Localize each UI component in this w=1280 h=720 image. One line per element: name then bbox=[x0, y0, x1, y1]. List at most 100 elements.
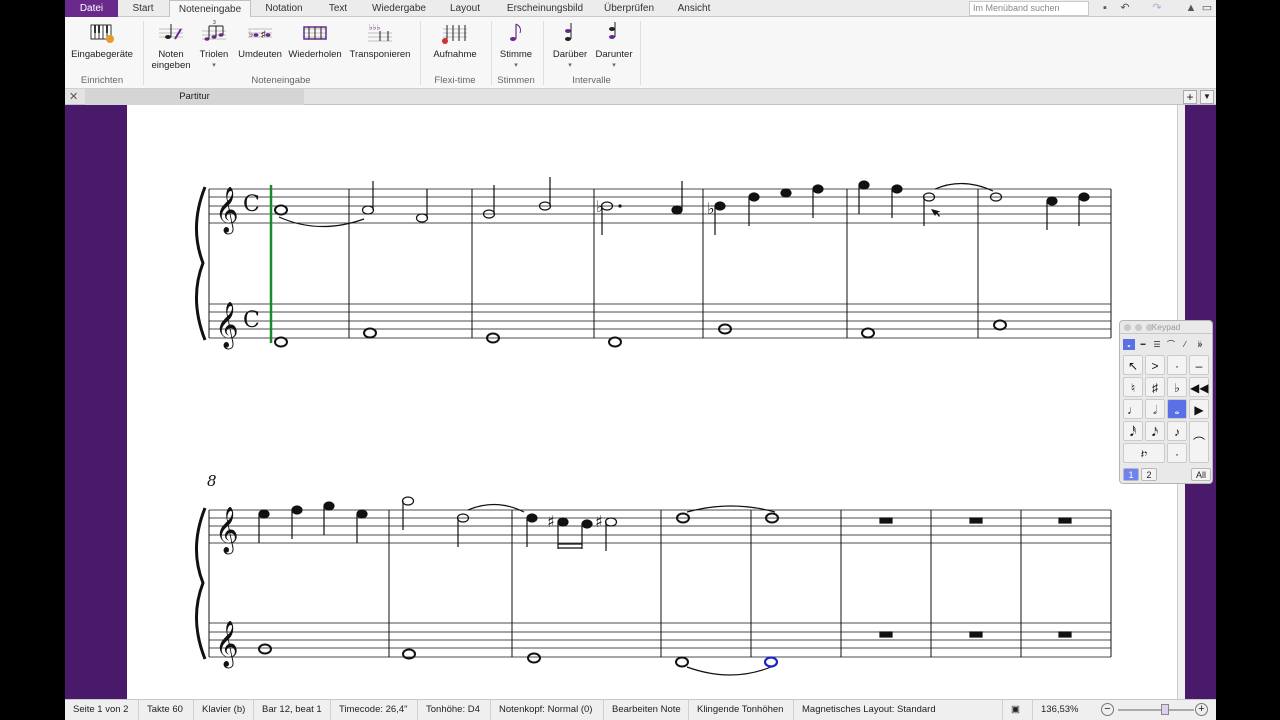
augmentation-dot bbox=[618, 204, 622, 208]
tab-datei[interactable]: Datei bbox=[65, 0, 118, 17]
tab-ansicht[interactable]: Ansicht bbox=[671, 0, 717, 17]
save-icon[interactable]: ▪ bbox=[1097, 1, 1113, 16]
group-label-intervalle: Intervalle bbox=[572, 75, 611, 86]
keypad-dot-icon[interactable]: · bbox=[1167, 443, 1187, 463]
tab-start[interactable]: Start bbox=[123, 0, 163, 17]
tab-layout[interactable]: Layout bbox=[444, 0, 486, 17]
keypad-cursor-icon[interactable]: ↖ bbox=[1123, 355, 1143, 375]
note bbox=[274, 204, 288, 216]
keypad-eighth-note-icon[interactable]: ♪ bbox=[1167, 421, 1187, 441]
ribbon-separator bbox=[640, 21, 641, 85]
treble-clef: 𝄞 bbox=[215, 187, 239, 235]
keypad-tab-slur-icon[interactable]: ⌒ bbox=[1165, 339, 1177, 350]
keypad-tab-articulations-icon[interactable]: ━ bbox=[1137, 339, 1149, 350]
triolen-button[interactable]: 3 Triolen ▾ bbox=[195, 19, 233, 71]
note bbox=[748, 192, 760, 202]
minimize-ribbon-icon[interactable]: ▭ bbox=[1199, 1, 1215, 16]
add-tab-icon[interactable]: + bbox=[1183, 90, 1197, 104]
close-tab-icon[interactable]: ✕ bbox=[69, 89, 78, 105]
keypad-whole-note-icon[interactable]: 𝅝 bbox=[1167, 399, 1187, 419]
note bbox=[780, 188, 792, 198]
undo-icon[interactable]: ↶ bbox=[1117, 1, 1133, 16]
keypad-staccato-icon[interactable]: · bbox=[1167, 355, 1187, 375]
whole-rest bbox=[879, 631, 893, 638]
transponieren-button[interactable]: ♭♭♭ Transponieren bbox=[347, 19, 413, 60]
score-notation[interactable]: 𝄞 𝄞 𝄞 𝄞 C C 8 ♭ ♭ ♯ ♯ bbox=[127, 105, 1177, 699]
score-page[interactable]: 𝄞 𝄞 𝄞 𝄞 C C 8 ♭ ♭ ♯ ♯ bbox=[127, 105, 1177, 699]
aufnahme-button[interactable]: Aufnahme bbox=[427, 19, 483, 60]
treble-clef: 𝄞 bbox=[215, 621, 239, 669]
interval-below-icon bbox=[600, 19, 628, 47]
umdeuten-button[interactable]: ♭ ♯ Umdeuten bbox=[235, 19, 285, 60]
keypad-natural-icon[interactable]: ♮ bbox=[1123, 377, 1143, 397]
keypad-all-button[interactable]: All bbox=[1191, 468, 1211, 481]
tab-wiedergabe[interactable]: Wiedergabe bbox=[367, 0, 431, 17]
zoom-window-icon[interactable] bbox=[1146, 324, 1153, 331]
keypad-layout-2[interactable]: 2 bbox=[1141, 468, 1157, 481]
status-page: Seite 1 von 2 bbox=[73, 704, 129, 715]
status-sounding-pitch: Klingende Tonhöhen bbox=[688, 700, 783, 720]
keypad-16th-note-icon[interactable]: 𝅘𝅥𝅯 bbox=[1145, 421, 1165, 441]
keypad-flat-icon[interactable]: ♭ bbox=[1167, 377, 1187, 397]
keypad-tenuto-icon[interactable]: – bbox=[1189, 355, 1209, 375]
keypad-rest-icon[interactable]: 𝄽𝄾 bbox=[1123, 443, 1165, 463]
status-bars: Takte 60 bbox=[138, 700, 183, 720]
note bbox=[361, 205, 375, 215]
keypad-sharp-icon[interactable]: ♯ bbox=[1145, 377, 1165, 397]
tie bbox=[686, 505, 776, 513]
tab-erscheinungsbild[interactable]: Erscheinungsbild bbox=[500, 0, 590, 17]
triplet-icon: 3 bbox=[200, 19, 228, 47]
note bbox=[581, 519, 593, 529]
close-window-icon[interactable] bbox=[1124, 324, 1131, 331]
zoom-value: 136,53% bbox=[1032, 700, 1079, 720]
zoom-out-icon[interactable]: − bbox=[1101, 703, 1114, 716]
tab-text[interactable]: Text bbox=[321, 0, 355, 17]
keypad-play-icon[interactable]: ▶ bbox=[1189, 399, 1209, 419]
staff-lines-bass-2 bbox=[209, 622, 1111, 658]
keypad-layout-1[interactable]: 1 bbox=[1123, 468, 1139, 481]
tab-partitur[interactable]: Partitur bbox=[85, 89, 304, 105]
keypad-32nd-note-icon[interactable]: 𝅘𝅥𝅰 bbox=[1123, 421, 1143, 441]
tab-noteneingabe[interactable]: Noteneingabe bbox=[169, 0, 251, 18]
flat-accidental: ♭ bbox=[707, 199, 715, 218]
keypad-accent-icon[interactable]: > bbox=[1145, 355, 1165, 375]
zoom-slider-handle[interactable] bbox=[1161, 704, 1169, 715]
brace-system-2 bbox=[194, 507, 207, 660]
keypad-tab-accidentals-icon[interactable]: 𝄫 bbox=[1194, 339, 1206, 350]
brace-system-1 bbox=[194, 186, 207, 341]
keypad-half-note-icon[interactable]: 𝅗𝅥 bbox=[1145, 399, 1165, 419]
sibelius-window: Datei Start Noteneingabe Notation Text W… bbox=[65, 0, 1216, 720]
tab-notation[interactable]: Notation bbox=[258, 0, 310, 17]
tab-menu-icon[interactable]: ▼ bbox=[1200, 90, 1214, 104]
status-bar: Seite 1 von 2 Takte 60 Klavier (b) Bar 1… bbox=[65, 699, 1216, 720]
keypad-tab-tremolo-icon[interactable]: ⁄ bbox=[1179, 339, 1191, 350]
help-icon[interactable]: ▲ bbox=[1183, 1, 1199, 16]
whole-rest bbox=[969, 631, 983, 638]
wiederholen-button[interactable]: Wiederholen bbox=[286, 19, 344, 60]
note bbox=[363, 327, 377, 339]
zoom-slider-track[interactable] bbox=[1118, 709, 1194, 711]
stimme-button[interactable]: Stimme ▾ bbox=[495, 19, 537, 71]
ribbon-search-input[interactable]: Im Menüband suchen bbox=[969, 1, 1089, 16]
keypad-quarter-note-icon[interactable]: ♩ bbox=[1123, 399, 1143, 419]
keypad-rewind-icon[interactable]: ◀◀ bbox=[1189, 377, 1209, 397]
sharp-accidental: ♯ bbox=[547, 512, 555, 531]
tab-ueberpruefen[interactable]: Überprüfen bbox=[600, 0, 658, 17]
keypad-tie-icon[interactable]: ⌒ bbox=[1189, 421, 1209, 463]
minimize-window-icon[interactable] bbox=[1135, 324, 1142, 331]
note bbox=[671, 205, 683, 215]
keypad-title: Keypad bbox=[1120, 321, 1212, 334]
group-label-stimmen: Stimmen bbox=[497, 75, 535, 86]
darunter-button[interactable]: Darunter ▾ bbox=[593, 19, 635, 71]
status-magnetic-layout: Magnetisches Layout: Standard bbox=[793, 700, 936, 720]
redo-icon[interactable]: ↷ bbox=[1149, 1, 1165, 16]
darueber-button[interactable]: Darüber ▾ bbox=[548, 19, 592, 71]
note bbox=[291, 505, 303, 515]
note bbox=[258, 509, 270, 519]
keypad-tab-beams-icon[interactable]: ☰ bbox=[1151, 339, 1163, 350]
eingabegeraete-button[interactable]: Eingabegeräte bbox=[69, 19, 135, 60]
keypad-tab-notes-icon[interactable]: 𝅝 bbox=[1123, 339, 1135, 350]
view-icon[interactable]: ▣ bbox=[1002, 700, 1032, 720]
zoom-in-icon[interactable]: + bbox=[1195, 703, 1208, 716]
noten-eingeben-button[interactable]: Noten eingeben bbox=[149, 19, 193, 71]
